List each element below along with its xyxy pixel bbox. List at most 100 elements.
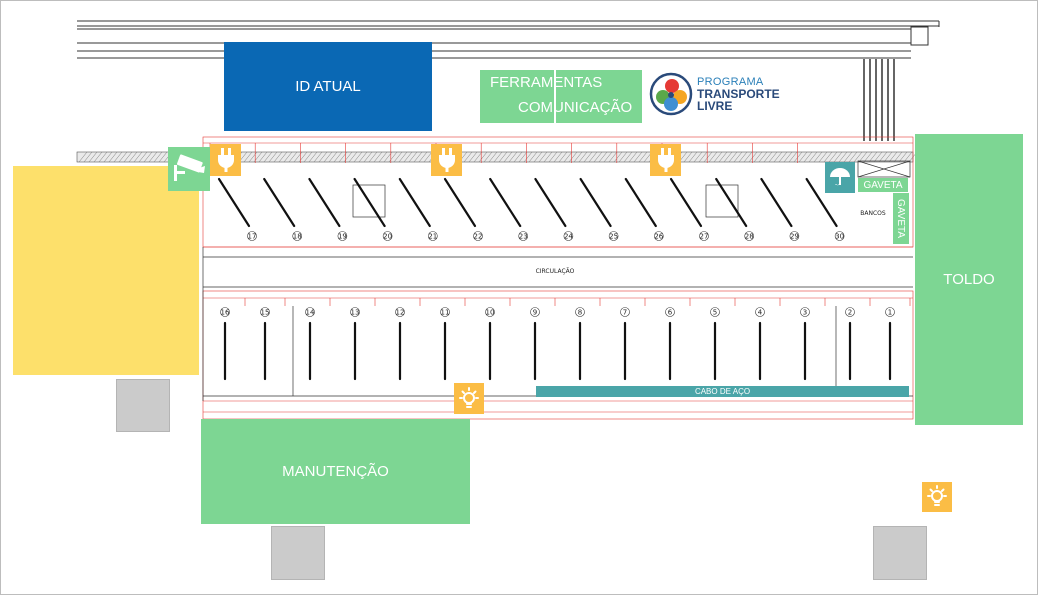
logo-mark-icon xyxy=(649,72,693,116)
svg-text:12: 12 xyxy=(396,309,405,317)
manutencao-label: MANUTENÇÃO xyxy=(282,463,389,480)
manutencao-zone: MANUTENÇÃO xyxy=(201,419,470,524)
svg-text:19: 19 xyxy=(338,233,347,241)
spot-number-top: 29 xyxy=(789,231,800,241)
bike-rack-diagonal xyxy=(308,177,341,228)
spot-number-top: 27 xyxy=(699,231,709,241)
svg-text:15: 15 xyxy=(261,309,270,317)
svg-text:9: 9 xyxy=(533,309,537,317)
spot-number-top: 26 xyxy=(653,231,664,241)
toldo-zone: TOLDO xyxy=(915,134,1023,425)
pillar xyxy=(116,379,170,432)
floor-plan: 17 18 19 20 21 22 23 24 25 26 27 28 29 30 16 15 14 13 12 1… xyxy=(0,0,1038,595)
camera-icon xyxy=(168,147,210,191)
lightbulb-icon xyxy=(454,383,484,414)
spot-number-bottom: 16 xyxy=(220,307,230,317)
spot-number-bottom: 9 xyxy=(530,307,540,317)
svg-text:8: 8 xyxy=(578,309,582,317)
bike-rack-diagonal xyxy=(353,177,386,228)
plug-icon xyxy=(210,144,241,176)
bike-rack-diagonal xyxy=(217,177,251,228)
id-atual-zone: ID ATUAL xyxy=(224,42,432,131)
bike-rack-diagonal xyxy=(579,177,612,228)
svg-text:29: 29 xyxy=(790,233,799,241)
bike-rack-diagonal xyxy=(489,177,522,228)
gaveta-side-box: GAVETA xyxy=(893,193,909,244)
svg-text:22: 22 xyxy=(474,233,483,241)
cabo-de-aco-bar: CABO DE AÇO xyxy=(536,386,909,397)
spot-number-top: 19 xyxy=(337,231,348,241)
gaveta-top-box: GAVETA xyxy=(858,178,908,192)
programa-transporte-livre-logo: PROGRAMA TRANSPORTE LIVRE xyxy=(649,72,789,118)
id-atual-label: ID ATUAL xyxy=(295,78,361,95)
logo-line3: LIVRE xyxy=(697,99,733,113)
spot-number-bottom: 3 xyxy=(800,307,810,317)
comunicacao-label: COMUNICAÇÃO xyxy=(518,99,633,116)
bike-rack-diagonal xyxy=(398,177,431,228)
svg-text:18: 18 xyxy=(293,233,302,241)
spot-number-bottom: 14 xyxy=(305,307,315,317)
svg-text:27: 27 xyxy=(700,233,709,241)
spot-number-top: 17 xyxy=(247,231,257,241)
spot-number-top: 28 xyxy=(744,231,755,241)
svg-text:5: 5 xyxy=(713,309,717,317)
svg-text:2: 2 xyxy=(848,309,852,317)
bike-rack-diagonal xyxy=(624,177,657,228)
bancos-label: BANCOS xyxy=(860,210,886,217)
ferramentas-label: FERRAMENTAS xyxy=(490,74,603,91)
spot-number-top: 30 xyxy=(834,231,845,241)
spot-number-top: 18 xyxy=(292,231,303,241)
spot-number-top: 25 xyxy=(608,231,619,241)
svg-text:13: 13 xyxy=(351,309,360,317)
svg-text:30: 30 xyxy=(835,233,844,241)
spot-number-bottom: 5 xyxy=(710,307,720,317)
svg-text:7: 7 xyxy=(623,309,627,317)
svg-text:4: 4 xyxy=(758,309,763,317)
svg-text:3: 3 xyxy=(803,309,807,317)
spot-number-bottom: 13 xyxy=(350,307,360,317)
bike-rack-diagonal xyxy=(760,177,793,228)
svg-text:1: 1 xyxy=(888,309,892,317)
bike-rack-diagonal xyxy=(263,177,296,228)
spot-number-bottom: 10 xyxy=(485,307,495,317)
spot-number-top: 21 xyxy=(427,231,438,241)
svg-text:20: 20 xyxy=(383,233,392,241)
lightbulb-icon xyxy=(922,482,952,512)
svg-text:17: 17 xyxy=(248,233,257,241)
pillar xyxy=(271,526,325,580)
spot-number-bottom: 11 xyxy=(440,307,450,317)
svg-text:6: 6 xyxy=(668,309,673,317)
svg-text:23: 23 xyxy=(519,233,528,241)
bike-rack-diagonal xyxy=(669,177,703,228)
svg-text:26: 26 xyxy=(654,233,663,241)
circulacao-label: CIRCULAÇÃO xyxy=(536,268,575,275)
svg-text:16: 16 xyxy=(221,309,230,317)
spot-number-bottom: 8 xyxy=(575,307,585,317)
plug-icon xyxy=(650,144,681,176)
umbrella-icon xyxy=(825,162,855,193)
spot-number-top: 24 xyxy=(563,231,573,241)
pillar xyxy=(873,526,927,580)
spot-number-top: 20 xyxy=(382,231,393,241)
yellow-area xyxy=(13,166,199,375)
svg-text:28: 28 xyxy=(745,233,754,241)
spot-number-bottom: 7 xyxy=(620,307,630,317)
spot-number-bottom: 6 xyxy=(665,307,675,317)
spot-number-bottom: 15 xyxy=(260,307,270,317)
cabo-de-aco-label: CABO DE AÇO xyxy=(694,387,751,396)
bike-rack-diagonal xyxy=(715,177,748,228)
spot-number-top: 22 xyxy=(473,231,483,241)
spot-number-bottom: 1 xyxy=(885,307,895,317)
plug-icon xyxy=(431,144,462,176)
bike-rack-diagonal xyxy=(443,177,477,228)
svg-text:14: 14 xyxy=(306,309,315,317)
spot-number-bottom: 12 xyxy=(395,307,405,317)
bike-rack-diagonal xyxy=(534,177,567,228)
svg-text:10: 10 xyxy=(486,309,495,317)
svg-text:21: 21 xyxy=(428,233,437,241)
spot-number-bottom: 4 xyxy=(755,307,765,317)
spot-number-top: 23 xyxy=(518,231,529,241)
svg-text:11: 11 xyxy=(441,309,450,317)
gaveta-top-label: GAVETA xyxy=(863,179,903,191)
svg-text:24: 24 xyxy=(564,233,573,241)
